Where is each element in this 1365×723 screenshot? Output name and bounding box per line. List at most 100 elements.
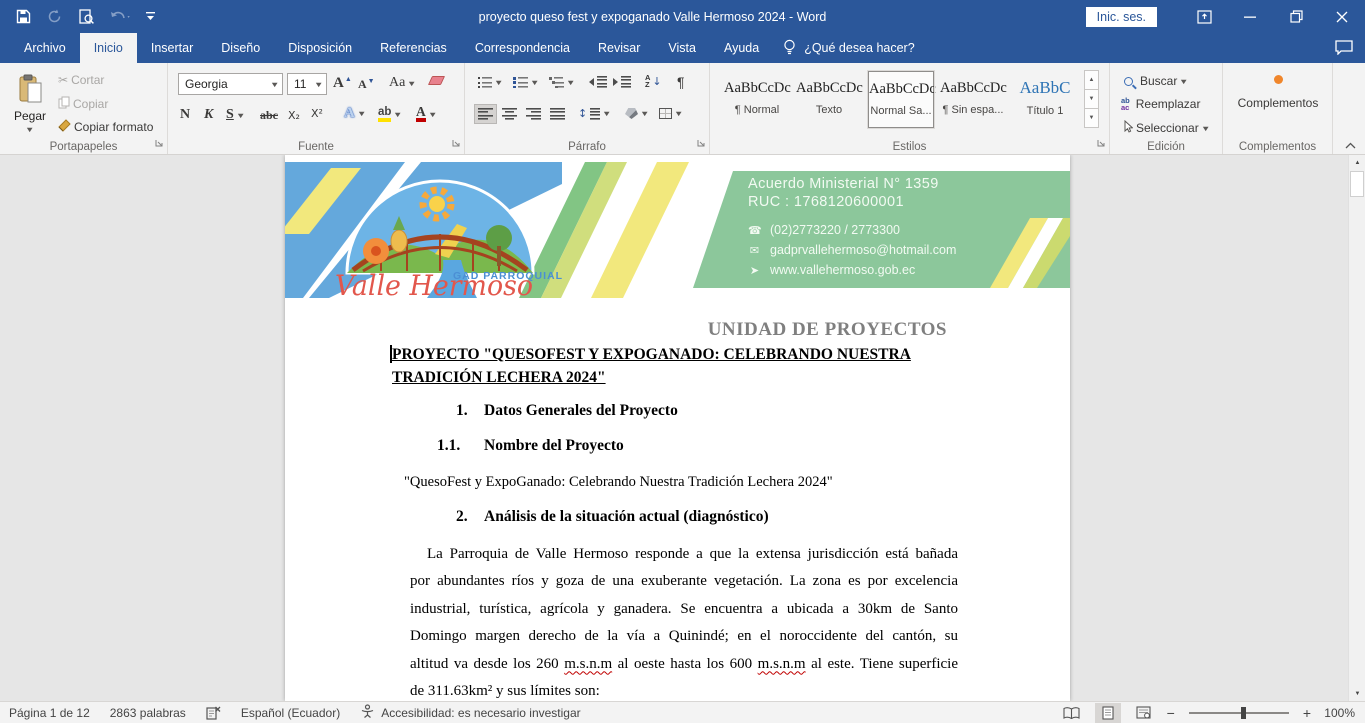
tab-archivo[interactable]: Archivo xyxy=(10,33,80,63)
increase-indent-button[interactable] xyxy=(613,76,631,88)
style-normal-sa[interactable]: AaBbCcDc Normal Sa... xyxy=(868,71,934,128)
zoom-out-button[interactable]: − xyxy=(1167,708,1175,718)
tab-correspondencia[interactable]: Correspondencia xyxy=(461,33,584,63)
find-button[interactable]: Buscar ▼ xyxy=(1124,74,1188,88)
replace-button[interactable]: abac Reemplazar xyxy=(1121,97,1200,111)
tab-inicio[interactable]: Inicio xyxy=(80,33,137,63)
paste-label: Pegar xyxy=(14,109,46,123)
document-page[interactable]: GAD PARROQUIAL Valle Hermoso Acuerdo Min… xyxy=(285,155,1070,701)
window-title: proyecto queso fest y expoganado Valle H… xyxy=(200,0,1105,33)
word-count[interactable]: 2863 palabras xyxy=(110,706,186,720)
zoom-slider-thumb[interactable] xyxy=(1241,707,1246,719)
web-layout-icon[interactable] xyxy=(1131,703,1157,723)
heading-1-1: 1.1.Nombre del Proyecto xyxy=(437,437,624,455)
title-bar: proyecto queso fest y expoganado Valle H… xyxy=(0,0,1365,33)
numbering-button[interactable]: ▼ xyxy=(513,76,538,88)
style-sin-espaciado[interactable]: AaBbCcDc ¶ Sin espa... xyxy=(940,71,1006,128)
justify-button[interactable] xyxy=(550,108,565,120)
align-left-button[interactable] xyxy=(474,104,497,124)
addin-dot-icon xyxy=(1274,75,1283,84)
zoom-slider[interactable] xyxy=(1189,712,1289,714)
format-painter-button[interactable]: Copiar formato xyxy=(58,119,153,135)
chevron-down-icon: ▼ xyxy=(640,109,650,118)
line-spacing-button[interactable]: ↕ ▼ xyxy=(578,107,611,120)
chevron-down-icon: ▼ xyxy=(566,78,576,87)
align-center-button[interactable] xyxy=(502,108,517,120)
addins-button[interactable]: Complementos xyxy=(1223,75,1333,110)
style-normal[interactable]: AaBbCcDc ¶ Normal xyxy=(724,71,790,128)
tab-revisar[interactable]: Revisar xyxy=(584,33,654,63)
style-texto[interactable]: AaBbCcDc Texto xyxy=(796,71,862,128)
shading-button[interactable]: ▼ xyxy=(625,108,648,119)
italic-button[interactable]: K xyxy=(204,107,213,123)
font-family-combo[interactable]: Georgia ▼ xyxy=(178,73,283,95)
collapse-ribbon-icon[interactable] xyxy=(1345,138,1356,152)
sort-button[interactable]: AZ ↓ xyxy=(645,74,662,88)
text-effects-button[interactable]: A ▼ xyxy=(344,105,365,122)
grow-font-button[interactable]: A▲ xyxy=(333,75,352,92)
change-case-button[interactable]: Aa ▼ xyxy=(389,75,416,91)
language-indicator[interactable]: Español (Ecuador) xyxy=(241,706,340,720)
document-title-line2: TRADICIÓN LECHERA 2024" xyxy=(392,367,964,390)
underline-button[interactable]: S ▼ xyxy=(226,107,244,123)
dialog-launcher-icon[interactable] xyxy=(452,137,461,151)
customize-qat-icon[interactable] xyxy=(146,11,155,22)
read-mode-icon[interactable] xyxy=(1059,703,1085,723)
show-marks-button[interactable]: ¶ xyxy=(677,74,685,90)
chevron-down-icon: ▼ xyxy=(25,125,35,134)
dialog-launcher-icon[interactable] xyxy=(155,137,164,151)
select-button[interactable]: Seleccionar ▼ xyxy=(1123,120,1209,136)
highlight-button[interactable]: ab ▼ xyxy=(378,107,402,122)
bold-button[interactable]: N xyxy=(180,107,190,123)
strikethrough-button[interactable]: abc xyxy=(260,108,278,123)
clear-formatting-button[interactable] xyxy=(430,76,443,85)
multilevel-list-button[interactable]: ▼ xyxy=(549,76,574,88)
close-button[interactable] xyxy=(1319,0,1365,33)
tab-insertar[interactable]: Insertar xyxy=(137,33,207,63)
save-icon[interactable] xyxy=(16,9,31,24)
decrease-indent-button[interactable] xyxy=(589,76,607,88)
vertical-scrollbar[interactable]: ▲ ▼ xyxy=(1348,155,1365,701)
subscript-button[interactable]: X₂ xyxy=(288,109,300,122)
proofing-error-icon[interactable] xyxy=(206,706,221,720)
zoom-in-button[interactable]: + xyxy=(1303,708,1311,718)
tab-referencias[interactable]: Referencias xyxy=(366,33,461,63)
align-right-button[interactable] xyxy=(526,108,541,120)
page-indicator[interactable]: Página 1 de 12 xyxy=(9,706,90,720)
minimize-button[interactable] xyxy=(1227,0,1273,33)
tab-vista[interactable]: Vista xyxy=(654,33,710,63)
chevron-down-icon: ▼ xyxy=(1201,124,1211,133)
chevron-down-icon: ▼ xyxy=(1179,77,1189,86)
group-label-editing: Edición xyxy=(1110,141,1222,153)
scroll-down-icon[interactable]: ▼ xyxy=(1349,686,1365,701)
sign-in-button[interactable]: Inic. ses. xyxy=(1086,7,1157,27)
styles-gallery-scrollbar[interactable]: ▲ ▼ ▼ xyxy=(1084,71,1099,128)
styles-scroll-up-icon[interactable]: ▲ xyxy=(1084,70,1099,90)
font-size-combo[interactable]: 11 ▼ xyxy=(287,73,327,95)
paste-button[interactable]: Pegar ▼ xyxy=(8,70,52,144)
superscript-button[interactable]: X² xyxy=(311,107,323,120)
tab-ayuda[interactable]: Ayuda xyxy=(710,33,773,63)
scrollbar-thumb[interactable] xyxy=(1350,171,1364,197)
styles-more-icon[interactable]: ▼ xyxy=(1084,108,1099,128)
bullets-button[interactable]: ▼ xyxy=(477,76,502,88)
font-color-button[interactable]: A ▼ xyxy=(416,106,436,122)
tab-disposicion[interactable]: Disposición xyxy=(274,33,366,63)
restore-button[interactable] xyxy=(1273,0,1319,33)
tab-diseno[interactable]: Diseño xyxy=(207,33,274,63)
comments-icon[interactable] xyxy=(1335,40,1353,58)
accessibility-status[interactable]: Accesibilidad: es necesario investigar xyxy=(360,704,580,721)
styles-scroll-down-icon[interactable]: ▼ xyxy=(1084,89,1099,109)
dialog-launcher-icon[interactable] xyxy=(1097,137,1106,151)
tell-me-box[interactable]: ¿Qué desea hacer? xyxy=(773,33,925,63)
dialog-launcher-icon[interactable] xyxy=(697,137,706,151)
borders-button[interactable]: ▼ xyxy=(659,108,682,119)
print-layout-icon[interactable] xyxy=(1095,703,1121,723)
search-icon xyxy=(1124,77,1133,86)
scroll-up-icon[interactable]: ▲ xyxy=(1349,155,1365,170)
style-titulo-1[interactable]: AaBbC Título 1 xyxy=(1012,71,1078,128)
ribbon-display-options-icon[interactable] xyxy=(1181,0,1227,33)
shrink-font-button[interactable]: A▼ xyxy=(358,77,375,92)
zoom-level[interactable]: 100% xyxy=(1321,706,1355,720)
print-preview-icon[interactable] xyxy=(78,9,94,25)
